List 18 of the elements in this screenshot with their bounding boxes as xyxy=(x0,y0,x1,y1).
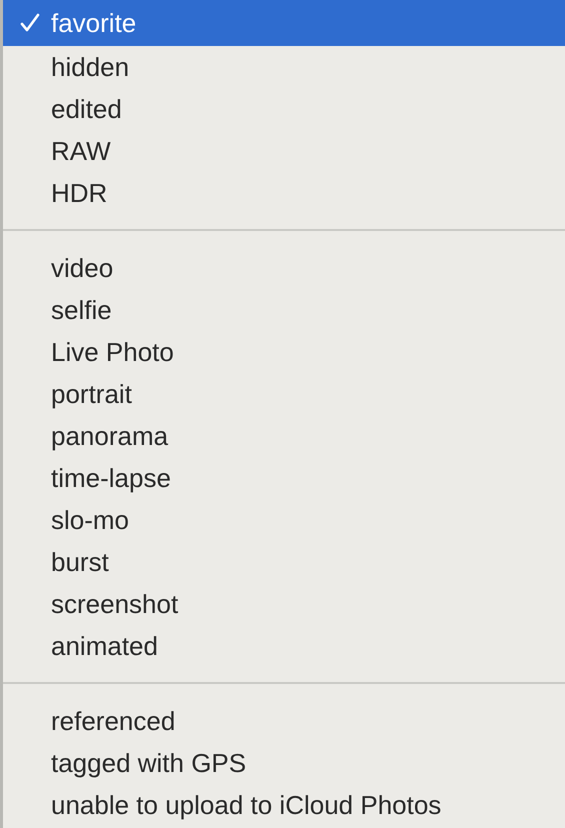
menu-item[interactable]: panorama xyxy=(3,415,565,457)
menu-item[interactable]: video xyxy=(3,247,565,289)
menu-item[interactable]: RAW xyxy=(3,130,565,172)
menu-item[interactable]: tagged with GPS xyxy=(3,742,565,784)
menu-item[interactable]: favorite xyxy=(3,0,565,46)
menu-item[interactable]: unable to upload to iCloud Photos xyxy=(3,784,565,826)
menu-item[interactable]: portrait xyxy=(3,373,565,415)
menu-item[interactable]: selfie xyxy=(3,289,565,331)
menu-item[interactable]: slo-mo xyxy=(3,499,565,541)
menu-item[interactable]: burst xyxy=(3,541,565,583)
menu-item[interactable]: screenshot xyxy=(3,583,565,625)
menu-item[interactable]: time-lapse xyxy=(3,457,565,499)
menu-item[interactable]: hidden xyxy=(3,46,565,88)
menu-item[interactable]: animated xyxy=(3,625,565,667)
menu-item[interactable]: Live Photo xyxy=(3,331,565,373)
menu-item[interactable]: referenced xyxy=(3,700,565,742)
menu-item[interactable]: HDR xyxy=(3,172,565,214)
menu-item[interactable]: edited xyxy=(3,88,565,130)
